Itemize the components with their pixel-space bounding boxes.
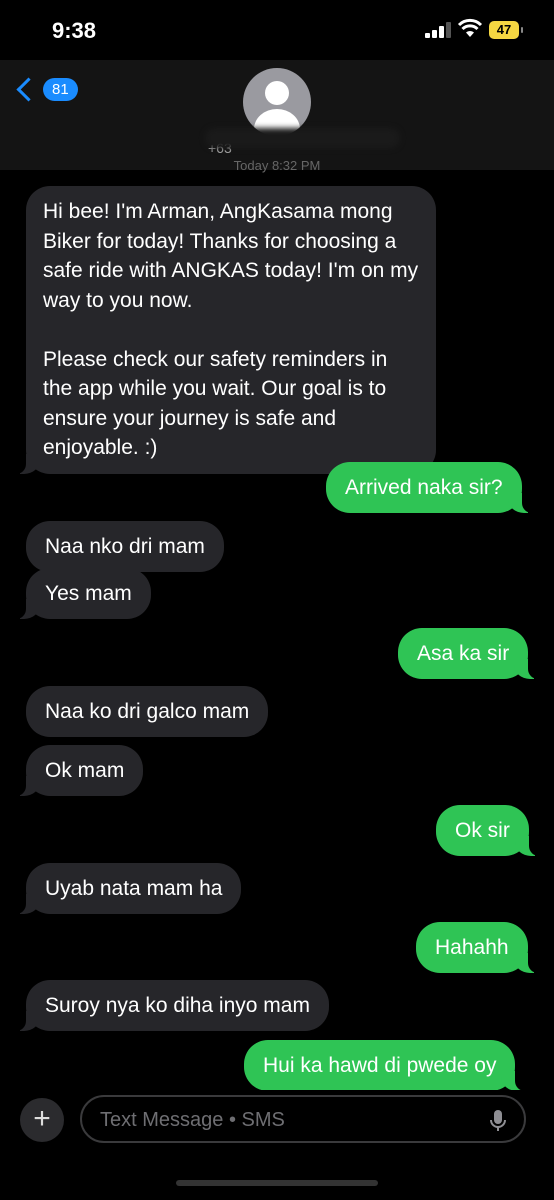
contact-avatar[interactable] <box>243 68 311 136</box>
message-bubble-incoming[interactable]: Ok mam <box>0 745 144 796</box>
microphone-icon[interactable] <box>490 1109 506 1133</box>
status-time: 9:38 <box>52 18 97 43</box>
message-input[interactable] <box>98 1105 482 1135</box>
person-icon <box>265 81 289 105</box>
status-bar: 9:38 47 <box>0 0 554 60</box>
battery-level: 47 <box>496 22 512 37</box>
plus-icon[interactable]: + <box>20 1098 64 1142</box>
chevron-left-icon <box>16 77 41 102</box>
message-bubble-outgoing[interactable]: Arrived naka sir? <box>326 462 548 513</box>
wifi-icon <box>457 18 483 37</box>
message-bubble-outgoing[interactable]: Asa ka sir <box>398 628 554 679</box>
message-bubble-incoming[interactable]: Yes mam <box>0 568 151 619</box>
unread-count-badge: 81 <box>43 78 78 101</box>
back-button[interactable]: 81 <box>16 77 78 102</box>
message-bubble-outgoing[interactable]: Ok sir <box>436 805 554 856</box>
message-bubble-outgoing[interactable]: Hahahh <box>416 922 554 973</box>
message-bubble-outgoing[interactable]: Hui ka hawd di pwede oy <box>244 1040 543 1091</box>
conversation-header: 81 +63 <box>0 60 554 170</box>
message-field[interactable] <box>80 1095 526 1143</box>
redaction-mark <box>205 128 400 148</box>
message-bubble-incoming[interactable]: Hi bee! I'm Arman, AngKasama mong Biker … <box>0 186 436 474</box>
message-composer: + <box>0 1090 554 1200</box>
battery-icon: 47 <box>489 21 523 39</box>
signal-icon <box>425 22 451 38</box>
conversation-timestamp: Today 8:32 PM <box>233 158 321 173</box>
message-bubble-incoming[interactable]: Naa ko dri galco mam <box>26 686 269 737</box>
message-bubble-incoming[interactable]: Uyab nata mam ha <box>0 863 242 914</box>
message-bubble-incoming[interactable]: Naa nko dri mam <box>26 521 224 572</box>
home-indicator <box>176 1180 378 1186</box>
message-bubble-incoming[interactable]: Suroy nya ko diha inyo mam <box>0 980 329 1031</box>
